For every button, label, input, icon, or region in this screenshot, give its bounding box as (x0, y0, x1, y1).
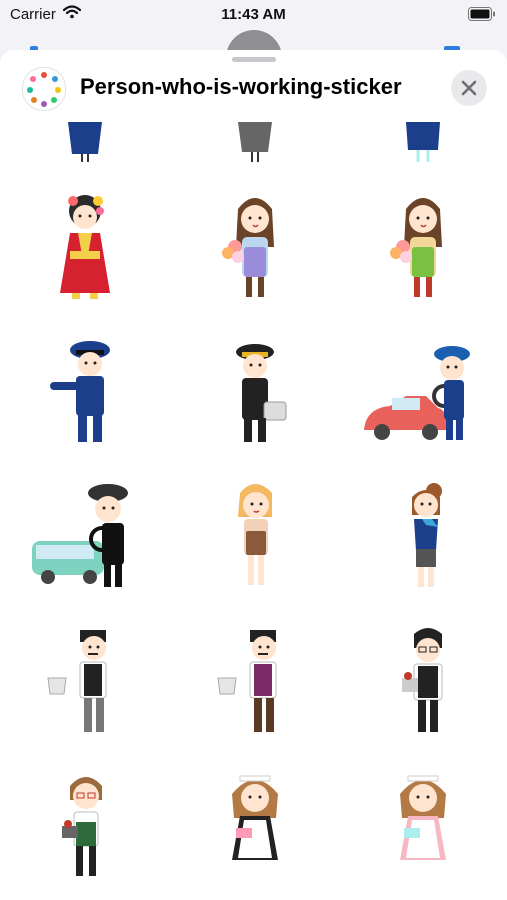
sticker-waitress-blonde[interactable] (180, 475, 330, 607)
sticker-flight-attendant[interactable] (348, 475, 498, 607)
sticker-grid (0, 50, 507, 900)
sticker-taxi-driver[interactable] (348, 330, 498, 462)
sticker-bride-in-red-kimono[interactable] (10, 185, 160, 317)
sticker-florist-purple-apron[interactable] (180, 185, 330, 317)
clock: 11:43 AM (221, 6, 286, 23)
sticker-sheet: Person-who-is-working-sticker (0, 50, 507, 900)
battery-icon (468, 7, 496, 26)
sticker-maid-pink-dress[interactable] (348, 762, 498, 894)
sticker-maid-black-dress[interactable] (180, 762, 330, 894)
sheet-header: Person-who-is-working-sticker (0, 64, 507, 114)
sticker-waiter-glasses[interactable] (348, 620, 498, 752)
sticker-florist-green-apron[interactable] (348, 185, 498, 317)
close-icon (461, 80, 477, 96)
close-button[interactable] (451, 70, 487, 106)
sticker-waiter-purple-vest[interactable] (180, 620, 330, 752)
sticker-police-officer[interactable] (10, 330, 160, 462)
sticker-airline-pilot[interactable] (180, 330, 330, 462)
sticker-barista-red-glasses[interactable] (10, 762, 160, 894)
sticker-pack-icon (22, 67, 66, 111)
sheet-title: Person-who-is-working-sticker (80, 74, 402, 99)
sheet-grabber[interactable] (232, 57, 276, 62)
sticker-waiter-grey-vest[interactable] (10, 620, 160, 752)
sticker-bus-driver[interactable] (10, 475, 160, 607)
status-bar: Carrier 11:43 AM (0, 0, 507, 30)
